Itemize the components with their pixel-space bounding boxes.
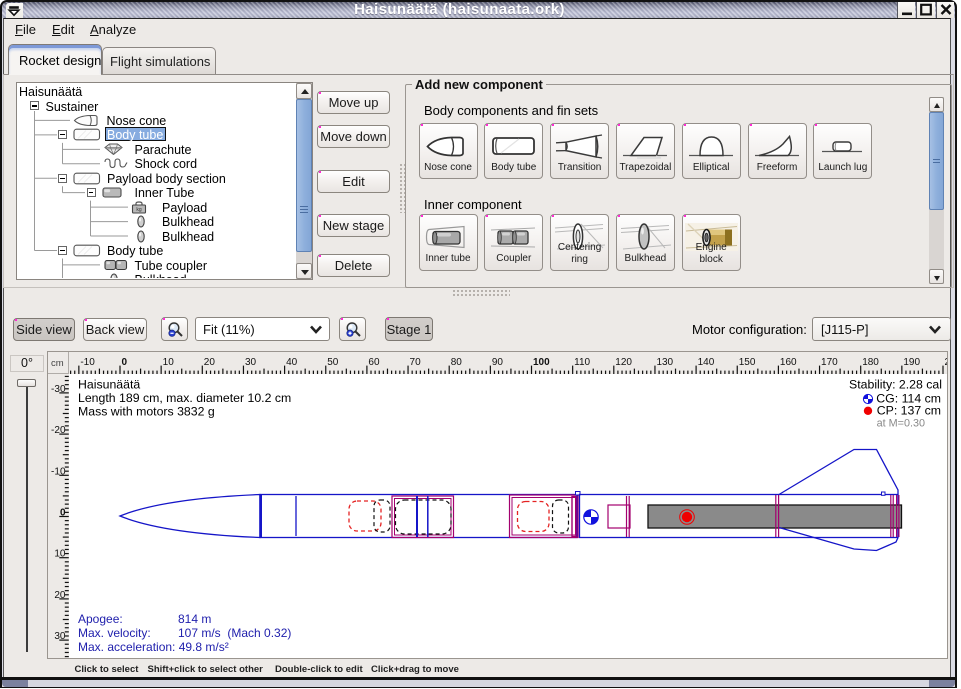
svg-text:Stability: 2.28 cal: Stability: 2.28 cal — [849, 378, 942, 392]
svg-text:170: 170 — [821, 357, 838, 368]
svg-text:CP: 137 cm: CP: 137 cm — [877, 404, 941, 418]
svg-text:-10: -10 — [51, 466, 66, 477]
svg-text:70: 70 — [410, 357, 422, 368]
svg-text:-20: -20 — [51, 425, 66, 436]
svg-text:50: 50 — [327, 357, 339, 368]
svg-text:Apogee:: Apogee: — [78, 612, 123, 626]
svg-text:80: 80 — [451, 357, 463, 368]
svg-text:20: 20 — [54, 590, 66, 601]
svg-text:107 m/s (Mach 0.32): 107 m/s (Mach 0.32) — [178, 626, 291, 640]
svg-text:160: 160 — [780, 357, 797, 368]
svg-text:10: 10 — [163, 357, 175, 368]
svg-text:110: 110 — [574, 357, 590, 368]
svg-text:Max. acceleration: 49.8 m/s²: Max. acceleration: 49.8 m/s² — [78, 640, 229, 654]
svg-text:0: 0 — [60, 508, 66, 519]
svg-text:20: 20 — [204, 357, 216, 368]
svg-text:120: 120 — [615, 357, 632, 368]
svg-text:190: 190 — [903, 357, 920, 368]
svg-text:40: 40 — [286, 357, 298, 368]
svg-text:Mass with motors 3832 g: Mass with motors 3832 g — [78, 404, 215, 418]
svg-text:-10: -10 — [80, 357, 95, 368]
svg-text:Max. velocity:: Max. velocity: — [78, 626, 151, 640]
svg-text:140: 140 — [698, 357, 715, 368]
svg-text:180: 180 — [862, 357, 879, 368]
svg-text:100: 100 — [533, 357, 550, 368]
svg-text:130: 130 — [656, 357, 673, 368]
svg-text:814 m: 814 m — [178, 612, 211, 626]
svg-text:Length 189 cm, max. diameter 1: Length 189 cm, max. diameter 10.2 cm — [78, 391, 291, 405]
svg-text:kg: kg — [136, 207, 142, 213]
svg-text:-30: -30 — [51, 384, 66, 395]
svg-text:at M=0.30: at M=0.30 — [877, 418, 925, 430]
svg-text:0: 0 — [122, 357, 128, 368]
svg-text:200: 200 — [945, 357, 948, 368]
svg-text:10: 10 — [54, 549, 66, 560]
svg-text:150: 150 — [739, 357, 756, 368]
svg-text:30: 30 — [54, 631, 66, 642]
svg-text:60: 60 — [368, 357, 380, 368]
svg-text:Haisunäätä: Haisunäätä — [78, 378, 140, 392]
svg-text:90: 90 — [492, 357, 504, 368]
svg-text:30: 30 — [245, 357, 257, 368]
